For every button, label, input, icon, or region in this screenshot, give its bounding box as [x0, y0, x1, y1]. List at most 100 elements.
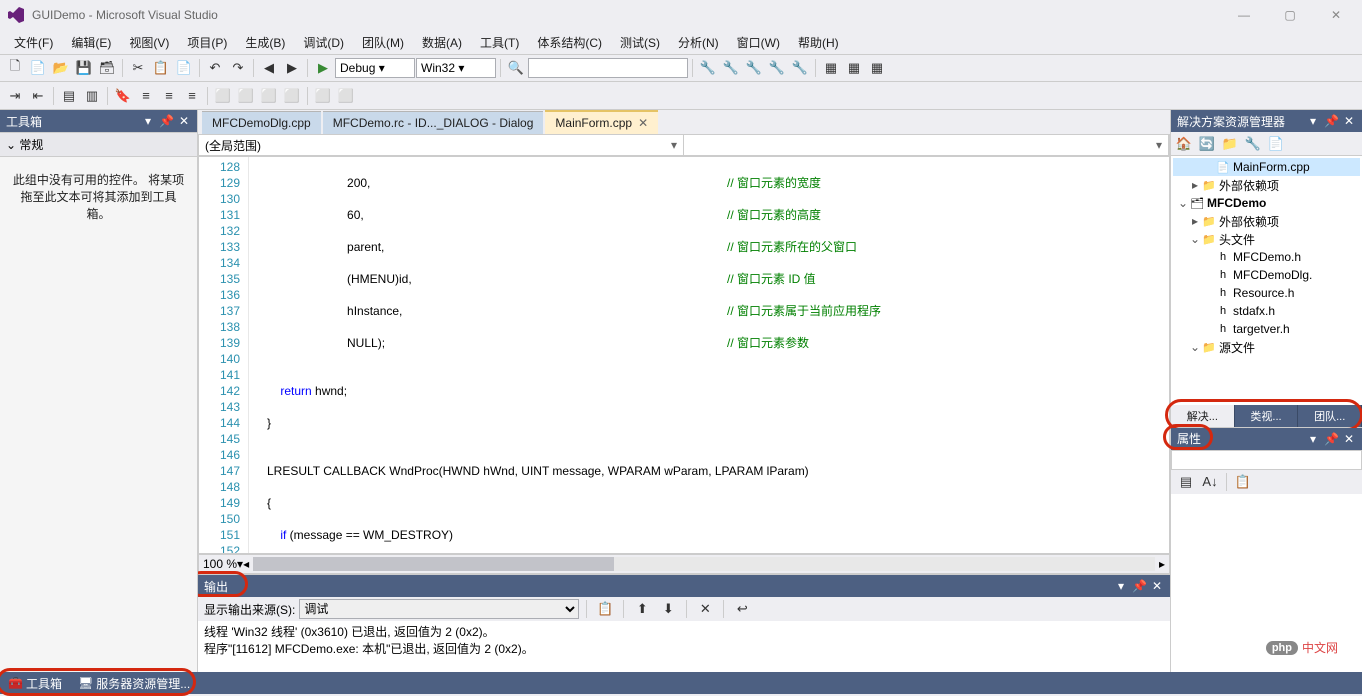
- dock-tab-server-explorer[interactable]: 🖥服务器资源管理...: [70, 672, 198, 695]
- misc-icon[interactable]: ⬜: [235, 85, 257, 107]
- goto-icon[interactable]: 📋: [594, 598, 616, 620]
- tree-item[interactable]: 源文件: [1217, 339, 1255, 356]
- panel-pin-icon[interactable]: 📌: [1324, 114, 1338, 128]
- save-icon[interactable]: 💾: [73, 57, 95, 79]
- panel-pin-icon[interactable]: 📌: [1324, 432, 1338, 446]
- wrap-icon[interactable]: ↩: [731, 598, 753, 620]
- nav-fwd-icon[interactable]: ▶: [281, 57, 303, 79]
- find-icon[interactable]: 🔍: [505, 57, 527, 79]
- dock-tab-toolbox[interactable]: 🧰工具箱: [0, 672, 70, 695]
- panel-pin-icon[interactable]: 📌: [159, 114, 173, 128]
- menu-tools[interactable]: 工具(T): [472, 31, 527, 54]
- tree-item[interactable]: targetver.h: [1231, 322, 1290, 336]
- nav-back-icon[interactable]: ◀: [258, 57, 280, 79]
- output-text[interactable]: 线程 'Win32 线程' (0x3610) 已退出, 返回值为 2 (0x2)…: [198, 621, 1170, 672]
- panel-close-icon[interactable]: ✕: [1342, 114, 1356, 128]
- output-source-combo[interactable]: 调试: [299, 599, 579, 619]
- find-combo[interactable]: [528, 58, 688, 78]
- toolbox-group-general[interactable]: 常规: [0, 133, 197, 157]
- tool-icon[interactable]: 🔧: [743, 57, 765, 79]
- save-all-icon[interactable]: 🗃: [96, 57, 118, 79]
- tree-item[interactable]: stdafx.h: [1231, 304, 1275, 318]
- new-project-icon[interactable]: 🗋: [4, 57, 26, 79]
- tool-icon[interactable]: ▦: [843, 57, 865, 79]
- tab-mainform[interactable]: MainForm.cpp✕: [545, 110, 658, 134]
- tree-item[interactable]: MainForm.cpp: [1231, 160, 1310, 174]
- tool-icon[interactable]: 🔧: [697, 57, 719, 79]
- undo-icon[interactable]: ↶: [204, 57, 226, 79]
- find-prev-icon[interactable]: ⬆: [631, 598, 653, 620]
- tab-classview[interactable]: 类视...: [1235, 405, 1299, 427]
- misc-icon[interactable]: ⬜: [258, 85, 280, 107]
- indent-icon[interactable]: ⇥: [4, 85, 26, 107]
- solution-tree[interactable]: 📄MainForm.cpp ▸📁外部依赖项 ⌄🗂MFCDemo ▸📁外部依赖项 …: [1171, 156, 1362, 405]
- tree-item[interactable]: MFCDemo.h: [1231, 250, 1301, 264]
- collapse-icon[interactable]: ⌄: [1189, 232, 1201, 246]
- scrollbar-left-icon[interactable]: ◂: [243, 557, 249, 571]
- close-button[interactable]: ✕: [1322, 8, 1350, 22]
- maximize-button[interactable]: ▢: [1276, 8, 1304, 22]
- scope-combo[interactable]: (全局范围): [199, 135, 684, 155]
- expand-icon[interactable]: ▸: [1189, 214, 1201, 228]
- platform-combo[interactable]: Win32 ▾: [416, 58, 496, 78]
- tree-item[interactable]: Resource.h: [1231, 286, 1294, 300]
- copy-icon[interactable]: 📋: [150, 57, 172, 79]
- panel-close-icon[interactable]: ✕: [1342, 432, 1356, 446]
- collapse-icon[interactable]: ⌄: [1177, 196, 1189, 210]
- panel-close-icon[interactable]: ✕: [1150, 579, 1164, 593]
- menu-view[interactable]: 视图(V): [121, 31, 177, 54]
- tab-close-icon[interactable]: ✕: [638, 116, 648, 130]
- tool-icon[interactable]: ▦: [820, 57, 842, 79]
- paste-icon[interactable]: 📄: [173, 57, 195, 79]
- tab-team[interactable]: 团队...: [1298, 405, 1362, 427]
- format-icon[interactable]: ≡: [135, 85, 157, 107]
- tool-icon[interactable]: 🔧: [720, 57, 742, 79]
- menu-window[interactable]: 窗口(W): [729, 31, 788, 54]
- comment-icon[interactable]: ▤: [58, 85, 80, 107]
- menu-arch[interactable]: 体系结构(C): [529, 31, 610, 54]
- tree-item[interactable]: 外部依赖项: [1217, 213, 1279, 230]
- fold-gutter[interactable]: [249, 157, 263, 553]
- panel-dropdown-icon[interactable]: ▾: [1306, 432, 1320, 446]
- categorized-icon[interactable]: ▤: [1175, 471, 1197, 493]
- menu-file[interactable]: 文件(F): [6, 31, 61, 54]
- expand-icon[interactable]: ▸: [1189, 178, 1201, 192]
- tree-item[interactable]: MFCDemoDlg.: [1231, 268, 1312, 282]
- tree-item[interactable]: MFCDemo: [1205, 196, 1266, 210]
- format-icon[interactable]: ≡: [158, 85, 180, 107]
- panel-dropdown-icon[interactable]: ▾: [141, 114, 155, 128]
- config-combo[interactable]: Debug ▾: [335, 58, 415, 78]
- open-icon[interactable]: 📂: [50, 57, 72, 79]
- menu-analyze[interactable]: 分析(N): [670, 31, 727, 54]
- show-all-icon[interactable]: 📁: [1219, 133, 1241, 155]
- tool-icon[interactable]: 🔧: [766, 57, 788, 79]
- start-debug-icon[interactable]: ▶: [312, 57, 334, 79]
- menu-edit[interactable]: 编辑(E): [63, 31, 119, 54]
- menu-help[interactable]: 帮助(H): [790, 31, 847, 54]
- refresh-icon[interactable]: 🔄: [1196, 133, 1218, 155]
- props-icon[interactable]: 📋: [1232, 471, 1254, 493]
- menu-debug[interactable]: 调试(D): [295, 31, 352, 54]
- misc-icon[interactable]: ⬜: [312, 85, 334, 107]
- properties-icon[interactable]: 🔧: [1242, 133, 1264, 155]
- properties-object-combo[interactable]: [1171, 450, 1362, 470]
- menu-data[interactable]: 数据(A): [414, 31, 470, 54]
- menu-project[interactable]: 项目(P): [179, 31, 235, 54]
- redo-icon[interactable]: ↷: [227, 57, 249, 79]
- member-combo[interactable]: [684, 135, 1169, 155]
- bookmark-icon[interactable]: 🔖: [112, 85, 134, 107]
- misc-icon[interactable]: ⬜: [281, 85, 303, 107]
- alphabetical-icon[interactable]: A↓: [1199, 471, 1221, 493]
- tab-solution[interactable]: 解决...: [1171, 405, 1235, 427]
- uncomment-icon[interactable]: ▥: [81, 85, 103, 107]
- tool-icon[interactable]: 🔧: [789, 57, 811, 79]
- panel-dropdown-icon[interactable]: ▾: [1306, 114, 1320, 128]
- minimize-button[interactable]: —: [1230, 8, 1258, 22]
- format-icon[interactable]: ≡: [181, 85, 203, 107]
- collapse-icon[interactable]: ⌄: [1189, 340, 1201, 354]
- menu-build[interactable]: 生成(B): [237, 31, 293, 54]
- misc-icon[interactable]: ⬜: [212, 85, 234, 107]
- tab-mfcdemodlg[interactable]: MFCDemoDlg.cpp: [202, 111, 321, 134]
- tree-item[interactable]: 外部依赖项: [1217, 177, 1279, 194]
- tab-mfcdemo-rc[interactable]: MFCDemo.rc - ID..._DIALOG - Dialog: [323, 111, 544, 134]
